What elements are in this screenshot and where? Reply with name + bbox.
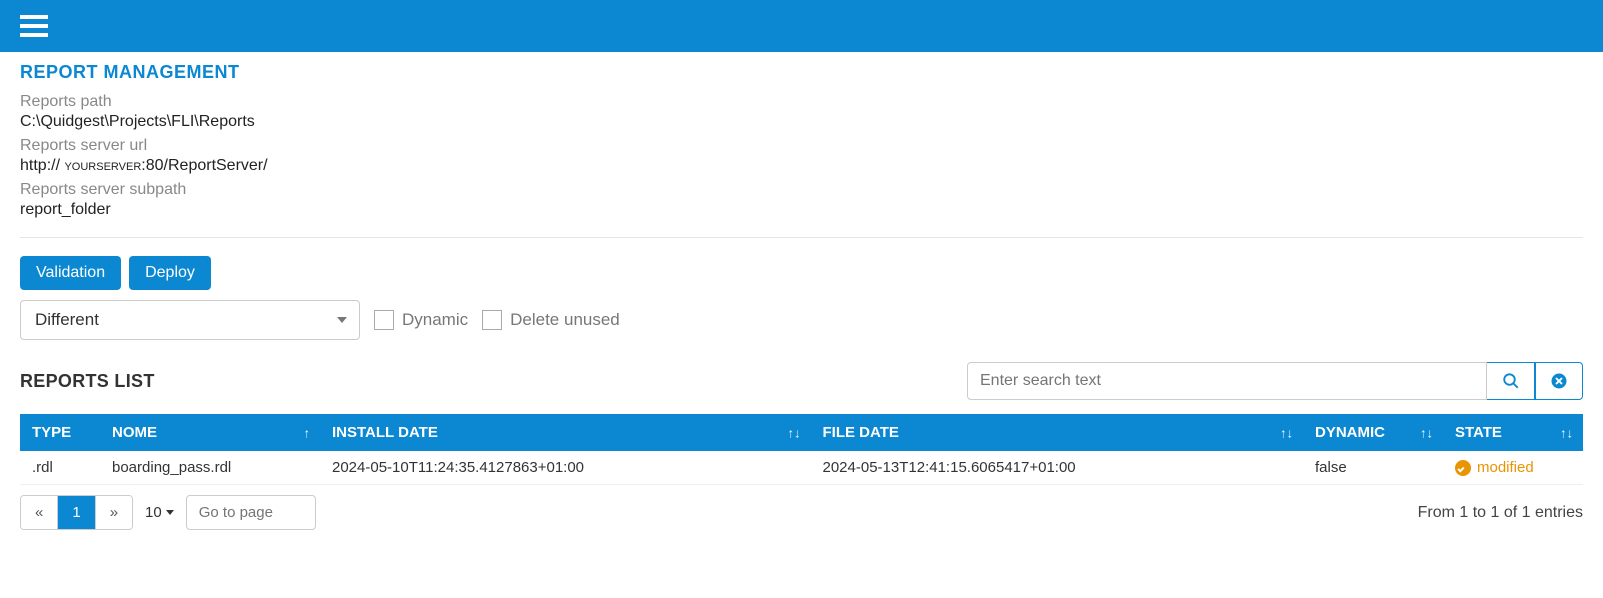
sort-icon: ↑ bbox=[304, 425, 311, 440]
close-circle-icon bbox=[1550, 372, 1568, 390]
reports-path-label: Reports path bbox=[20, 93, 1583, 111]
col-install-date[interactable]: INSTALL DATE↑↓ bbox=[320, 414, 811, 451]
section-title: REPORT MANAGEMENT bbox=[20, 62, 1583, 83]
clear-search-button[interactable] bbox=[1535, 362, 1583, 400]
col-nome[interactable]: NOME↑ bbox=[100, 414, 320, 451]
reports-server-label: Reports server url bbox=[20, 137, 1583, 155]
state-text: modified bbox=[1477, 459, 1534, 476]
search-button[interactable] bbox=[1487, 362, 1535, 400]
server-suffix: :80/ReportServer/ bbox=[141, 157, 267, 174]
reports-table: TYPE NOME↑ INSTALL DATE↑↓ FILE DATE↑↓ DY… bbox=[20, 414, 1583, 485]
table-row[interactable]: .rdl boarding_pass.rdl 2024-05-10T11:24:… bbox=[20, 451, 1583, 485]
sort-icon: ↑↓ bbox=[1280, 425, 1293, 440]
sort-icon: ↑↓ bbox=[1420, 425, 1433, 440]
filter-row: Different Dynamic Delete unused bbox=[20, 300, 1583, 340]
table-header-row: TYPE NOME↑ INSTALL DATE↑↓ FILE DATE↑↓ DY… bbox=[20, 414, 1583, 451]
pager-next-button[interactable]: » bbox=[95, 496, 132, 529]
search-icon bbox=[1502, 372, 1520, 390]
action-button-row: Validation Deploy bbox=[20, 256, 1583, 290]
delete-checkbox-wrap: Delete unused bbox=[482, 310, 620, 330]
col-type[interactable]: TYPE bbox=[20, 414, 100, 451]
cell-install-date: 2024-05-10T11:24:35.4127863+01:00 bbox=[320, 451, 811, 485]
cell-type: .rdl bbox=[20, 451, 100, 485]
col-state[interactable]: STATE↑↓ bbox=[1443, 414, 1583, 451]
check-circle-icon bbox=[1455, 460, 1471, 476]
server-prefix: http:// bbox=[20, 157, 64, 174]
cell-dynamic: false bbox=[1303, 451, 1443, 485]
filter-select[interactable]: Different bbox=[20, 300, 360, 340]
filter-select-value: Different bbox=[35, 310, 99, 329]
topbar bbox=[0, 0, 1603, 52]
delete-unused-checkbox[interactable] bbox=[482, 310, 502, 330]
list-header-row: REPORTS LIST bbox=[20, 362, 1583, 400]
goto-page-input[interactable] bbox=[186, 495, 316, 530]
reports-subpath-label: Reports server subpath bbox=[20, 181, 1583, 199]
cell-file-date: 2024-05-13T12:41:15.6065417+01:00 bbox=[811, 451, 1304, 485]
reports-path-value: C:\Quidgest\Projects\FLI\Reports bbox=[20, 113, 1583, 131]
pager-prev-button[interactable]: « bbox=[21, 496, 57, 529]
chevron-down-icon bbox=[166, 510, 174, 515]
dynamic-checkbox[interactable] bbox=[374, 310, 394, 330]
deploy-button[interactable]: Deploy bbox=[129, 256, 211, 290]
delete-unused-label: Delete unused bbox=[510, 310, 620, 330]
sort-icon: ↑↓ bbox=[1560, 425, 1573, 440]
page-size-select[interactable]: 10 bbox=[145, 504, 174, 521]
pager: « 1 » bbox=[20, 495, 133, 530]
divider bbox=[20, 237, 1583, 238]
dynamic-checkbox-wrap: Dynamic bbox=[374, 310, 468, 330]
chevron-down-icon bbox=[337, 317, 347, 323]
reports-server-value: http:// yourserver:80/ReportServer/ bbox=[20, 157, 1583, 175]
list-title: REPORTS LIST bbox=[20, 371, 155, 392]
dynamic-label: Dynamic bbox=[402, 310, 468, 330]
content-area: REPORT MANAGEMENT Reports path C:\Quidge… bbox=[0, 52, 1603, 550]
menu-icon[interactable] bbox=[20, 15, 48, 37]
sort-icon: ↑↓ bbox=[788, 425, 801, 440]
col-file-date[interactable]: FILE DATE↑↓ bbox=[811, 414, 1304, 451]
pager-info: From 1 to 1 of 1 entries bbox=[1418, 504, 1583, 522]
pager-row: « 1 » 10 From 1 to 1 of 1 entries bbox=[20, 495, 1583, 530]
cell-nome: boarding_pass.rdl bbox=[100, 451, 320, 485]
reports-subpath-value: report_folder bbox=[20, 201, 1583, 219]
search-input[interactable] bbox=[967, 362, 1487, 400]
search-group bbox=[967, 362, 1583, 400]
server-host: yourserver bbox=[64, 157, 141, 174]
page-size-value: 10 bbox=[145, 504, 162, 521]
pager-left: « 1 » 10 bbox=[20, 495, 316, 530]
cell-state: modified bbox=[1443, 451, 1583, 485]
col-dynamic[interactable]: DYNAMIC↑↓ bbox=[1303, 414, 1443, 451]
pager-page-1[interactable]: 1 bbox=[57, 496, 94, 529]
validation-button[interactable]: Validation bbox=[20, 256, 121, 290]
